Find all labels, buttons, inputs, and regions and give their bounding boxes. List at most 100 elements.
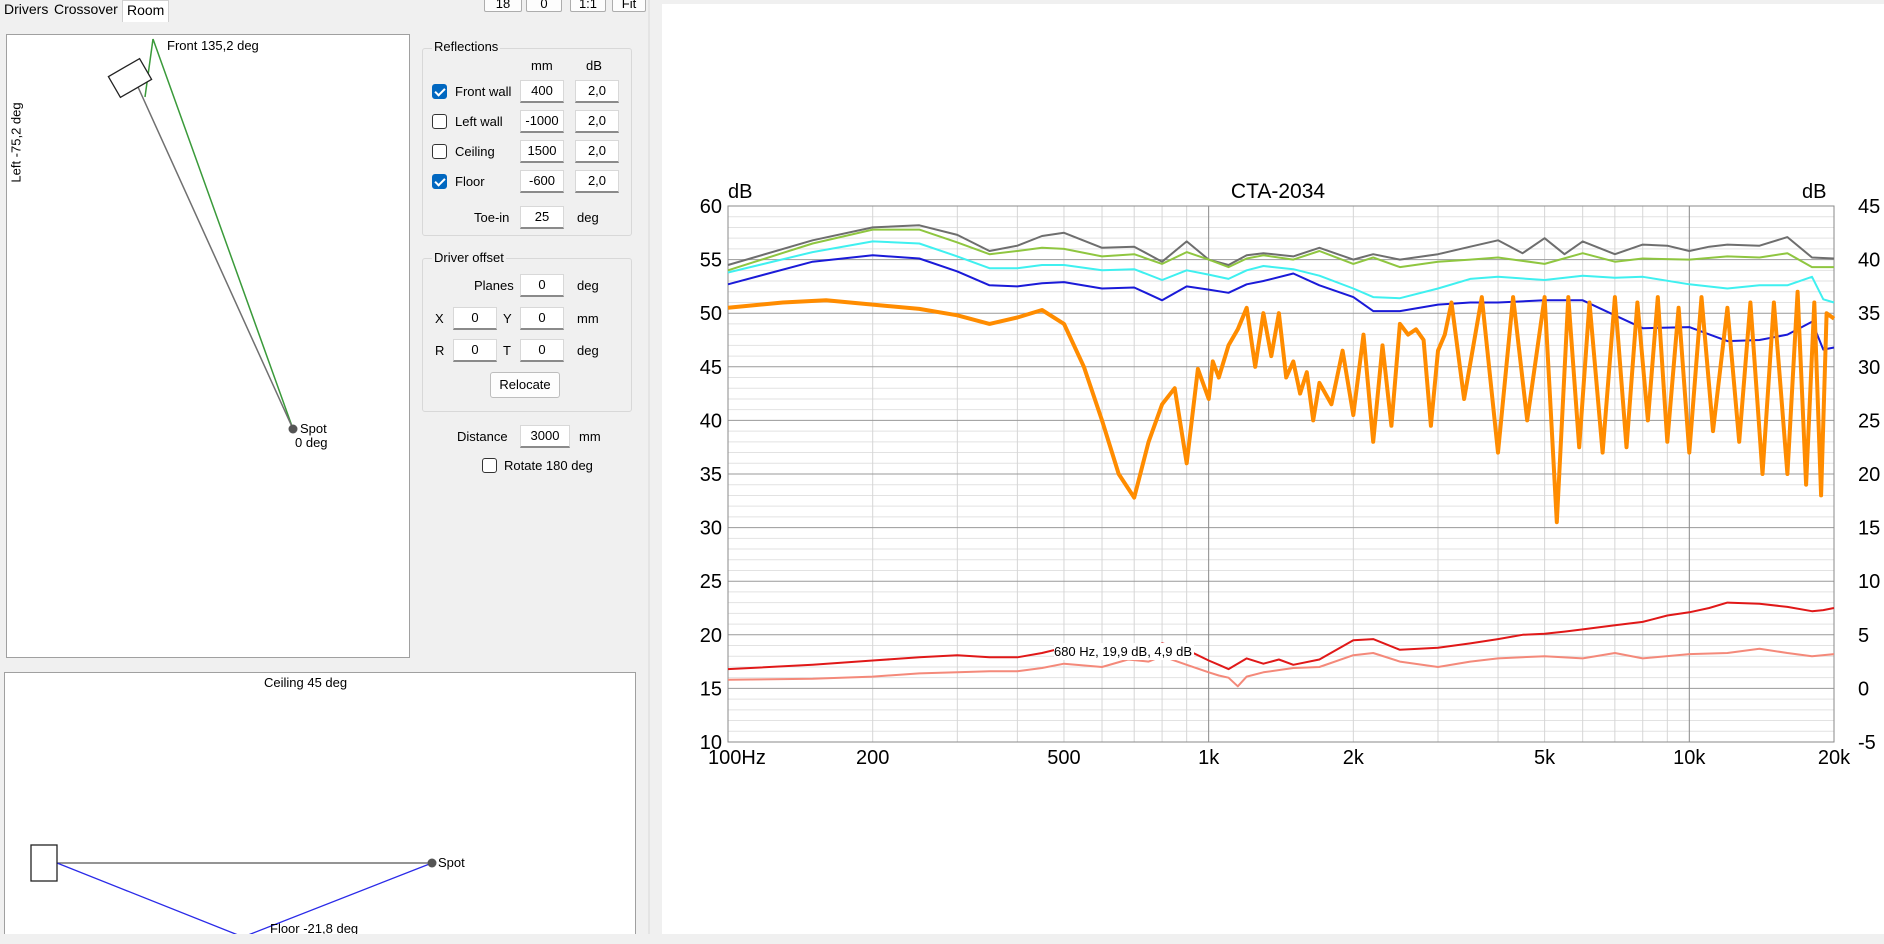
front-wall-checkbox[interactable] (432, 84, 447, 99)
t-label: T (503, 343, 511, 358)
ceiling-angle-label: Ceiling 45 deg (264, 675, 348, 690)
y-axis-left-ticks: 1015202530354045505560 (700, 196, 722, 754)
front-wall-label: Front wall (455, 84, 512, 99)
y-tick-left: 50 (700, 303, 722, 325)
planes-field[interactable]: 0 (520, 274, 564, 297)
y-tick-right: 25 (1858, 410, 1880, 432)
floor-db-field[interactable]: 2,0 (575, 170, 619, 193)
y-tick-right: 45 (1858, 196, 1880, 218)
x-tick: 20k (1818, 747, 1851, 769)
direct-path-line (137, 86, 294, 430)
planes-label: Planes (474, 278, 514, 293)
ceiling-db-field[interactable]: 2,0 (575, 140, 619, 163)
t-field[interactable]: 0 (520, 339, 564, 362)
y-label: Y (503, 311, 512, 326)
x-tick: 100Hz (708, 747, 766, 769)
distance-field[interactable]: 3000 (520, 425, 570, 448)
curve-cyan (727, 240, 1835, 304)
front-wall-db-field[interactable]: 2,0 (575, 80, 619, 103)
top-view-panel[interactable]: Front 135,2 deg Left -75,2 deg Spot 0 de… (6, 34, 410, 658)
toe-in-label: Toe-in (474, 210, 510, 225)
spot-deg-label: 0 deg (295, 435, 328, 450)
ceiling-checkbox[interactable] (432, 144, 447, 159)
x-tick: 2k (1343, 747, 1365, 769)
front-reflection-line (152, 38, 294, 430)
y-tick-right: 20 (1858, 464, 1880, 486)
rt-unit: deg (577, 343, 599, 358)
relocate-button[interactable]: Relocate (490, 372, 560, 398)
curves (727, 224, 1836, 688)
x-tick: 200 (856, 747, 889, 769)
x-tick: 500 (1047, 747, 1080, 769)
toolbar-button-1[interactable]: 18 (484, 0, 522, 12)
y-tick-left: 40 (700, 410, 722, 432)
cta2034-chart: 680 Hz, 19,9 dB, 4,9 dB CTA-2034 dB dB 1… (700, 180, 1881, 769)
x-tick: 5k (1534, 747, 1556, 769)
y-tick-right: -5 (1858, 732, 1876, 754)
major-grid (727, 205, 1835, 743)
y-tick-right: 5 (1858, 625, 1869, 647)
toolbar-zoom-1to1-button[interactable]: 1:1 (570, 0, 606, 12)
chart-title: CTA-2034 (1231, 180, 1325, 203)
tab-room[interactable]: Room (122, 0, 170, 22)
front-reflection-line-2 (144, 38, 154, 98)
x-field[interactable]: 0 (453, 307, 497, 330)
spot-marker (427, 858, 437, 868)
floor-checkbox[interactable] (432, 174, 447, 189)
y-tick-left: 45 (700, 357, 722, 379)
spot-label: Spot (300, 421, 327, 436)
db-column-header: dB (586, 58, 602, 73)
curve-green (727, 228, 1834, 272)
y-tick-right: 0 (1858, 678, 1869, 700)
planes-unit: deg (577, 278, 599, 293)
curve-orange (727, 289, 1836, 525)
r-label: R (435, 343, 445, 358)
front-wall-mm-field[interactable]: 400 (520, 80, 564, 103)
floor-mm-field[interactable]: -600 (520, 170, 564, 193)
toe-in-unit: deg (577, 210, 599, 225)
y-tick-left: 60 (700, 196, 722, 218)
left-wall-db-field[interactable]: 2,0 (575, 110, 619, 133)
left-angle-label: Left -75,2 deg (8, 102, 24, 183)
ceiling-label: Ceiling (455, 144, 495, 159)
y-axis-right-unit: dB (1802, 181, 1826, 203)
tab-drivers[interactable]: Drivers (0, 0, 52, 20)
rotate-180-label: Rotate 180 deg (504, 458, 593, 473)
x-tick: 10k (1673, 747, 1706, 769)
y-tick-right: 35 (1858, 303, 1880, 325)
splitter[interactable] (648, 0, 650, 944)
ceiling-mm-field[interactable]: 1500 (520, 140, 564, 163)
distance-unit: mm (579, 429, 601, 444)
x-tick: 1k (1198, 747, 1220, 769)
y-tick-left: 55 (700, 250, 722, 272)
y-tick-left: 30 (700, 518, 722, 540)
cta2034-graph[interactable]: 680 Hz, 19,9 dB, 4,9 dB CTA-2034 dB dB 1… (662, 4, 1884, 934)
side-view-panel[interactable]: Ceiling 45 deg Floor -21,8 deg Spot (4, 672, 636, 938)
floor-reflection-line (56, 862, 244, 938)
y-tick-right: 30 (1858, 357, 1880, 379)
y-axis-left-unit: dB (728, 181, 752, 203)
curve-pink (727, 647, 1835, 688)
y-axis-right-ticks: -5 0 5 10 15 20 25 30 35 40 45 (1858, 196, 1880, 754)
rotate-180-checkbox[interactable] (482, 458, 497, 473)
y-field[interactable]: 0 (520, 307, 564, 330)
driver-offset-title: Driver offset (432, 250, 506, 265)
y-tick-left: 25 (700, 571, 722, 593)
x-axis-ticks: 100Hz 200 500 1k 2k 5k 10k 20k (708, 747, 1851, 769)
toolbar-button-2[interactable]: 0 (526, 0, 562, 12)
curve-red (727, 601, 1835, 671)
r-field[interactable]: 0 (453, 339, 497, 362)
side-view-drawing (30, 844, 437, 938)
left-wall-checkbox[interactable] (432, 114, 447, 129)
reflections-title: Reflections (432, 39, 501, 54)
y-tick-left: 15 (700, 678, 722, 700)
left-wall-mm-field[interactable]: -1000 (520, 110, 564, 133)
y-tick-right: 15 (1858, 518, 1880, 540)
toe-in-field[interactable]: 25 (520, 206, 564, 229)
x-label: X (435, 311, 444, 326)
y-tick-right: 10 (1858, 571, 1880, 593)
toolbar-fit-button[interactable]: Fit (612, 0, 646, 12)
tab-crossover[interactable]: Crossover (50, 0, 122, 20)
floor-label: Floor (455, 174, 485, 189)
distance-label: Distance (457, 429, 508, 444)
